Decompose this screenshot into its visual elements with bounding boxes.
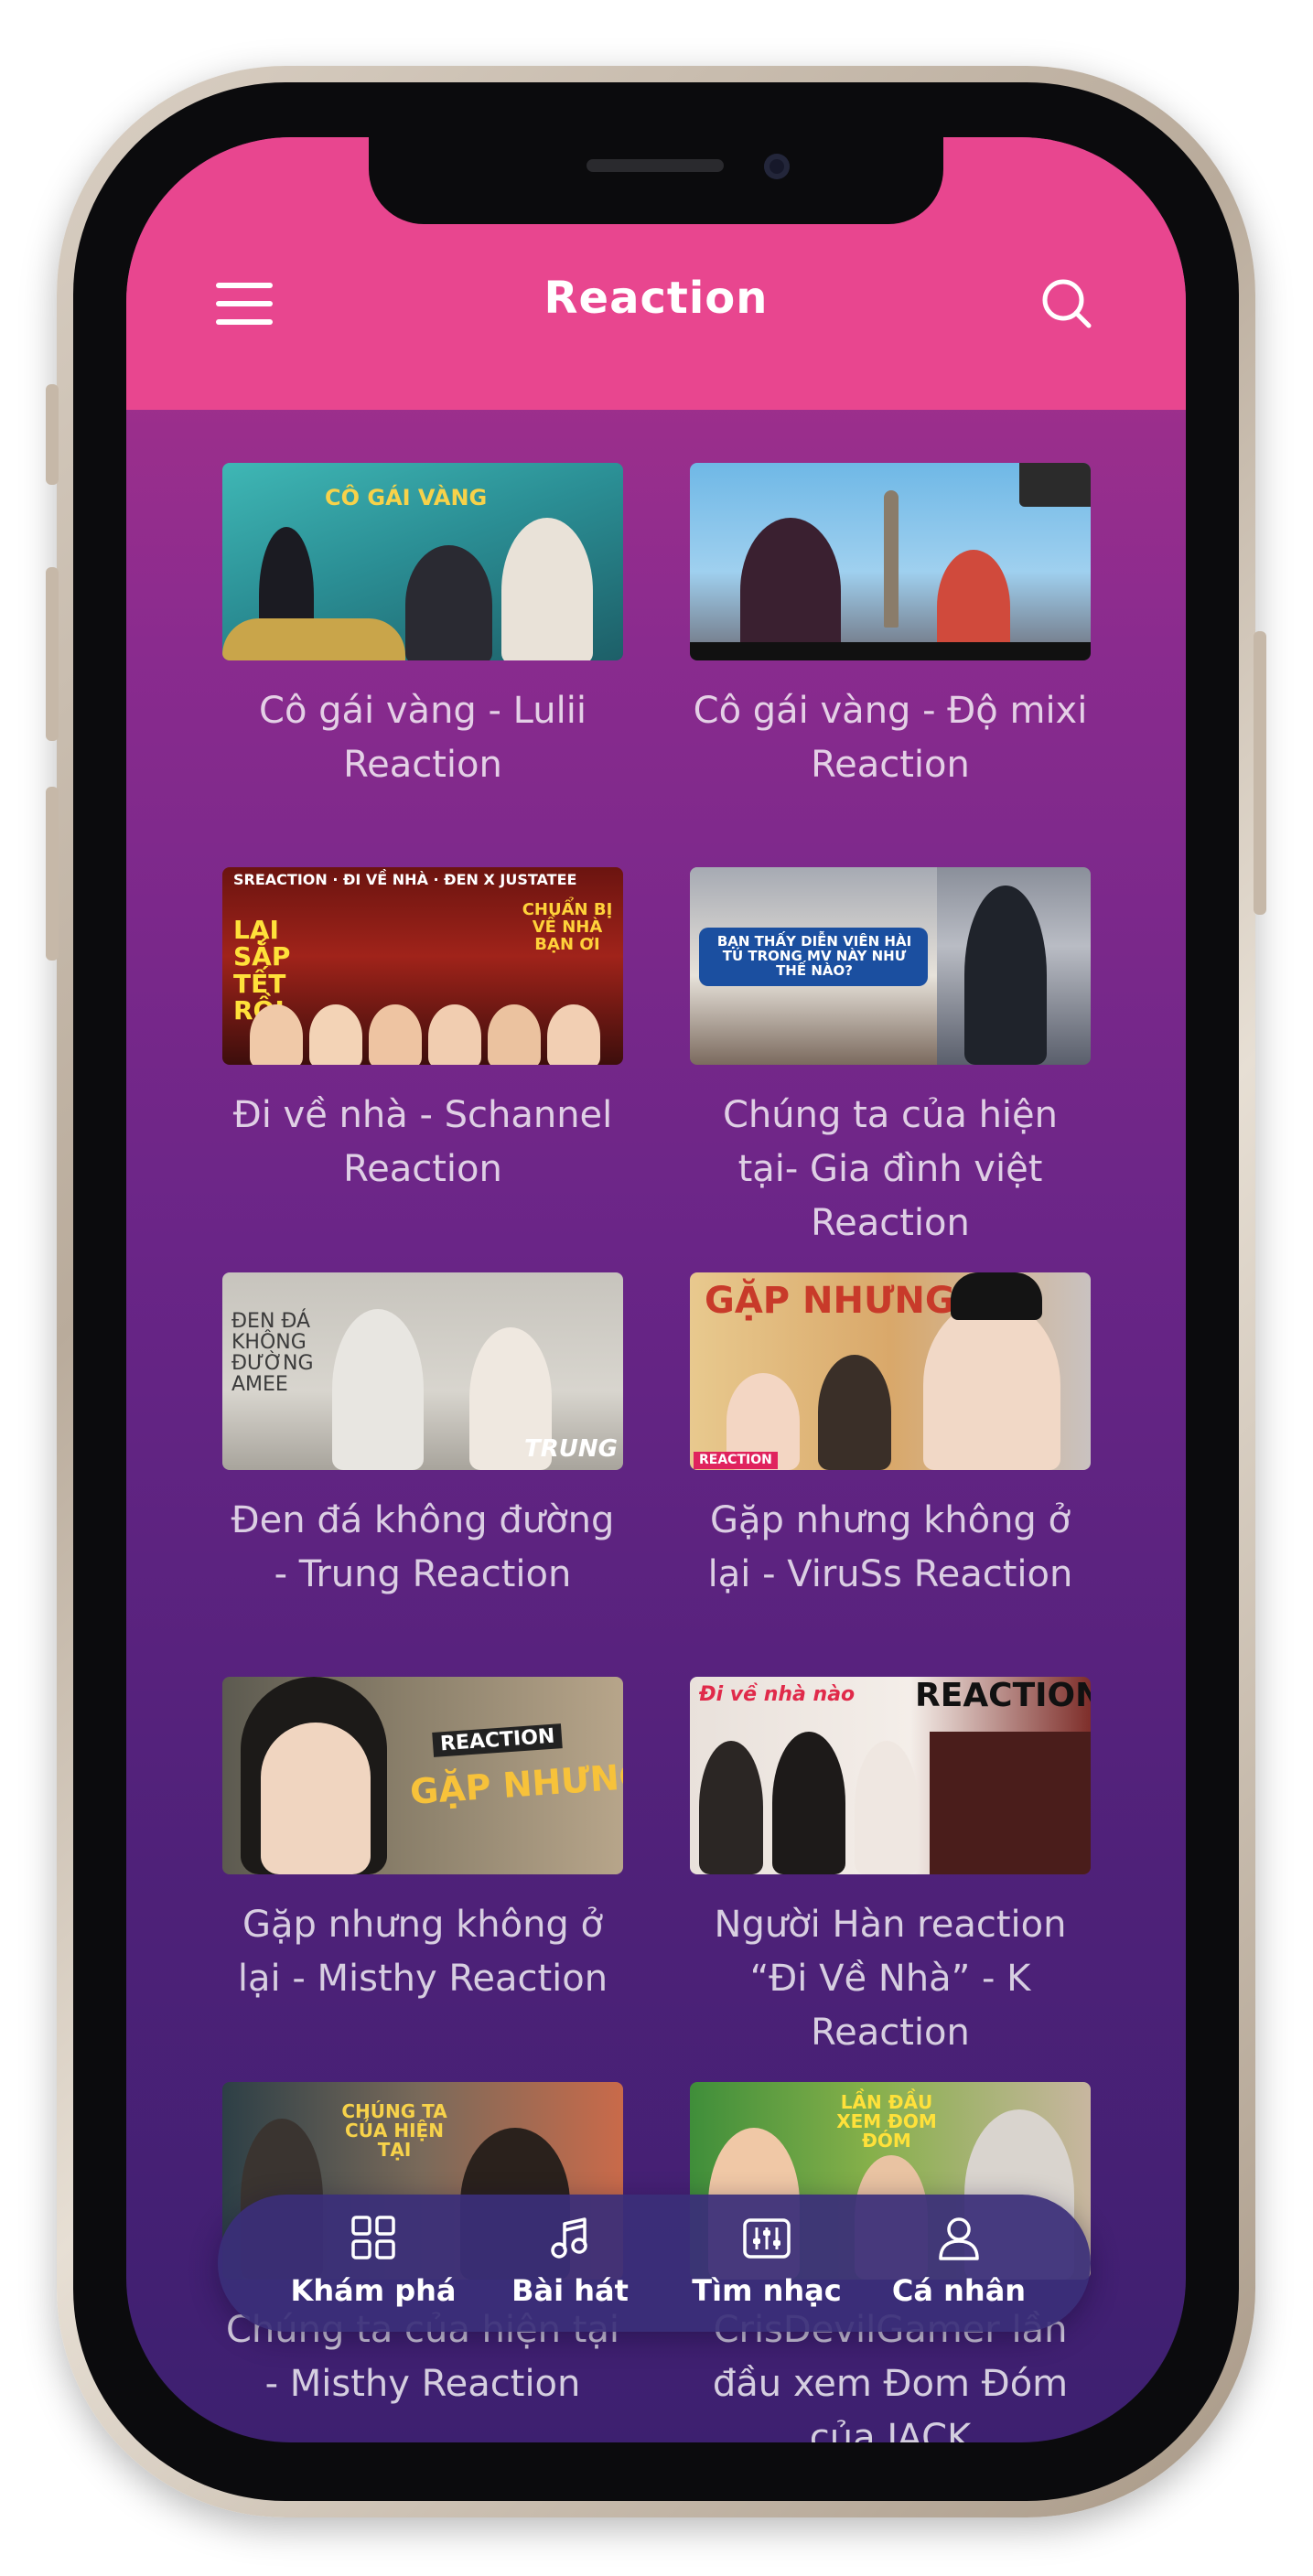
person-figure <box>772 1732 845 1874</box>
tab-label: Cá nhân <box>891 2273 1027 2308</box>
video-title: Đen đá không đường - Trung Reaction <box>231 1499 615 1595</box>
video-title: Cô gái vàng - Độ mixi Reaction <box>693 690 1088 786</box>
phone-notch <box>369 137 943 224</box>
person-figure <box>428 1004 481 1065</box>
tab-label: Bài hát <box>511 2273 629 2308</box>
person-figure <box>501 518 593 660</box>
video-card[interactable]: SREACTION · ĐI VỀ NHÀ · ĐEN X JUSTATEE L… <box>222 867 623 1197</box>
tab-kham-pha[interactable]: Khám phá <box>282 2215 465 2315</box>
video-card[interactable]: CÔ GÁI VÀNG Cô gái vàng - Lulii Reaction <box>222 463 623 792</box>
thumbnail-caption-secondary: REACTION <box>694 1452 778 1469</box>
search-icon[interactable] <box>1039 276 1094 331</box>
thumbnail-caption-secondary: CHUẨN BỊ VỀ NHÀ BẠN ƠI <box>522 900 613 954</box>
video-card[interactable]: GẶP NHƯNG REACTION Gặp nhưng không ở lại… <box>690 1272 1091 1602</box>
gold-flowers <box>222 618 405 660</box>
video-border <box>690 642 1091 660</box>
tab-tim-nhac[interactable]: Tìm nhạc <box>675 2215 858 2315</box>
thumbnail-caption: GẶP NHƯNG <box>408 1755 623 1813</box>
video-title: Gặp nhưng không ở lại - ViruSs Reaction <box>707 1499 1073 1595</box>
facecam-inset <box>1019 463 1091 507</box>
thumbnail-caption: LẦN ĐẦU XEM ĐOM ĐÓM <box>836 2091 937 2152</box>
power-button <box>1254 631 1266 915</box>
video-grid: CÔ GÁI VÀNG Cô gái vàng - Lulii Reaction… <box>126 137 1186 2442</box>
video-thumbnail[interactable]: ĐEN ĐÁ KHÔNG ĐƯỜNG AMEE TRUNG <box>222 1272 623 1470</box>
thumbnail-caption: CHÚNG TA CỦA HIỆN TẠI <box>341 2100 447 2161</box>
thumbnail-caption: ĐEN ĐÁ KHÔNG ĐƯỜNG AMEE <box>231 1310 314 1397</box>
tab-bai-hat[interactable]: Bài hát <box>479 2215 662 2315</box>
mv-scene <box>930 1732 1091 1874</box>
volume-up-button <box>46 567 59 741</box>
thumbnail-caption: REACTION <box>915 1677 1091 1714</box>
person-figure <box>405 545 492 660</box>
person-figure <box>923 1300 1060 1470</box>
thumbnail-caption: GẶP NHƯNG <box>705 1280 955 1322</box>
video-thumbnail[interactable]: REACTION GẶP NHƯNG <box>222 1677 623 1874</box>
video-thumbnail[interactable]: GẶP NHƯNG REACTION <box>690 1272 1091 1470</box>
silent-switch <box>46 384 59 485</box>
person-figure <box>250 1004 303 1065</box>
video-thumbnail[interactable]: Đi về nhà nào REACTION <box>690 1677 1091 1874</box>
page-title: Reaction <box>543 273 769 324</box>
video-title: Đi về nhà - Schannel Reaction <box>232 1094 613 1190</box>
video-title: Gặp nhưng không ở lại - Misthy Reaction <box>237 1904 608 2000</box>
user-icon <box>939 2217 979 2260</box>
video-title: Cô gái vàng - Lulii Reaction <box>259 690 587 786</box>
cap <box>951 1272 1042 1320</box>
person-figure <box>369 1004 422 1065</box>
video-card[interactable]: Cô gái vàng - Độ mixi Reaction <box>690 463 1091 792</box>
person-figure <box>699 1741 763 1874</box>
video-card[interactable]: REACTION GẶP NHƯNG Gặp nhưng không ở lại… <box>222 1677 623 2006</box>
video-thumbnail[interactable]: CÔ GÁI VÀNG <box>222 463 623 660</box>
app-screen: CÔ GÁI VÀNG Cô gái vàng - Lulii Reaction… <box>126 137 1186 2442</box>
thumbnail-caption: BẠN THẤY DIỄN VIÊN HÀI TÚ TRONG MV NÀY N… <box>716 933 912 979</box>
person-figure <box>309 1004 362 1065</box>
video-title: Chúng ta của hiện tại- Gia đình việt Rea… <box>723 1094 1058 1244</box>
video-card[interactable]: ĐEN ĐÁ KHÔNG ĐƯỜNG AMEE TRUNG Đen đá khô… <box>222 1272 623 1602</box>
person-face <box>261 1723 371 1874</box>
front-camera <box>764 154 790 179</box>
person-figure <box>818 1355 891 1470</box>
volume-down-button <box>46 787 59 961</box>
tab-label: Khám phá <box>290 2273 457 2308</box>
person-figure <box>488 1004 541 1065</box>
video-thumbnail[interactable]: BẠN THẤY DIỄN VIÊN HÀI TÚ TRONG MV NÀY N… <box>690 867 1091 1065</box>
video-title: Người Hàn reaction “Đi Về Nhà” - K React… <box>714 1904 1067 2054</box>
tab-label: Tìm nhạc <box>692 2273 842 2308</box>
equalizer-icon <box>743 2218 791 2259</box>
grid-icon <box>351 2216 395 2259</box>
person-figure <box>855 1741 919 1874</box>
video-card[interactable]: BẠN THẤY DIỄN VIÊN HÀI TÚ TRONG MV NÀY N… <box>690 867 1091 1250</box>
thumbnail-caption-secondary: TRUNG <box>524 1435 618 1463</box>
video-thumbnail[interactable] <box>690 463 1091 660</box>
person-figure <box>964 886 1047 1065</box>
thumbnail-header: SREACTION · ĐI VỀ NHÀ · ĐEN X JUSTATEE <box>233 871 577 888</box>
thumbnail-caption-secondary: Đi về nhà nào <box>699 1683 856 1706</box>
bottom-tab-bar: Khám phá Bài hát Tìm nhạc Cá nhân <box>218 2195 1091 2332</box>
tab-ca-nhan[interactable]: Cá nhân <box>867 2215 1050 2315</box>
eiffel-tower <box>884 490 899 628</box>
video-thumbnail[interactable]: SREACTION · ĐI VỀ NHÀ · ĐEN X JUSTATEE L… <box>222 867 623 1065</box>
earpiece-speaker <box>587 159 724 172</box>
person-figure <box>740 518 841 660</box>
person-figure <box>332 1309 424 1470</box>
person-figure <box>547 1004 600 1065</box>
thumbnail-caption: CÔ GÁI VÀNG <box>325 485 488 510</box>
music-note-icon <box>551 2217 587 2259</box>
video-card[interactable]: Đi về nhà nào REACTION Người Hàn reactio… <box>690 1677 1091 2060</box>
thumbnail-caption-secondary: REACTION <box>432 1723 564 1757</box>
